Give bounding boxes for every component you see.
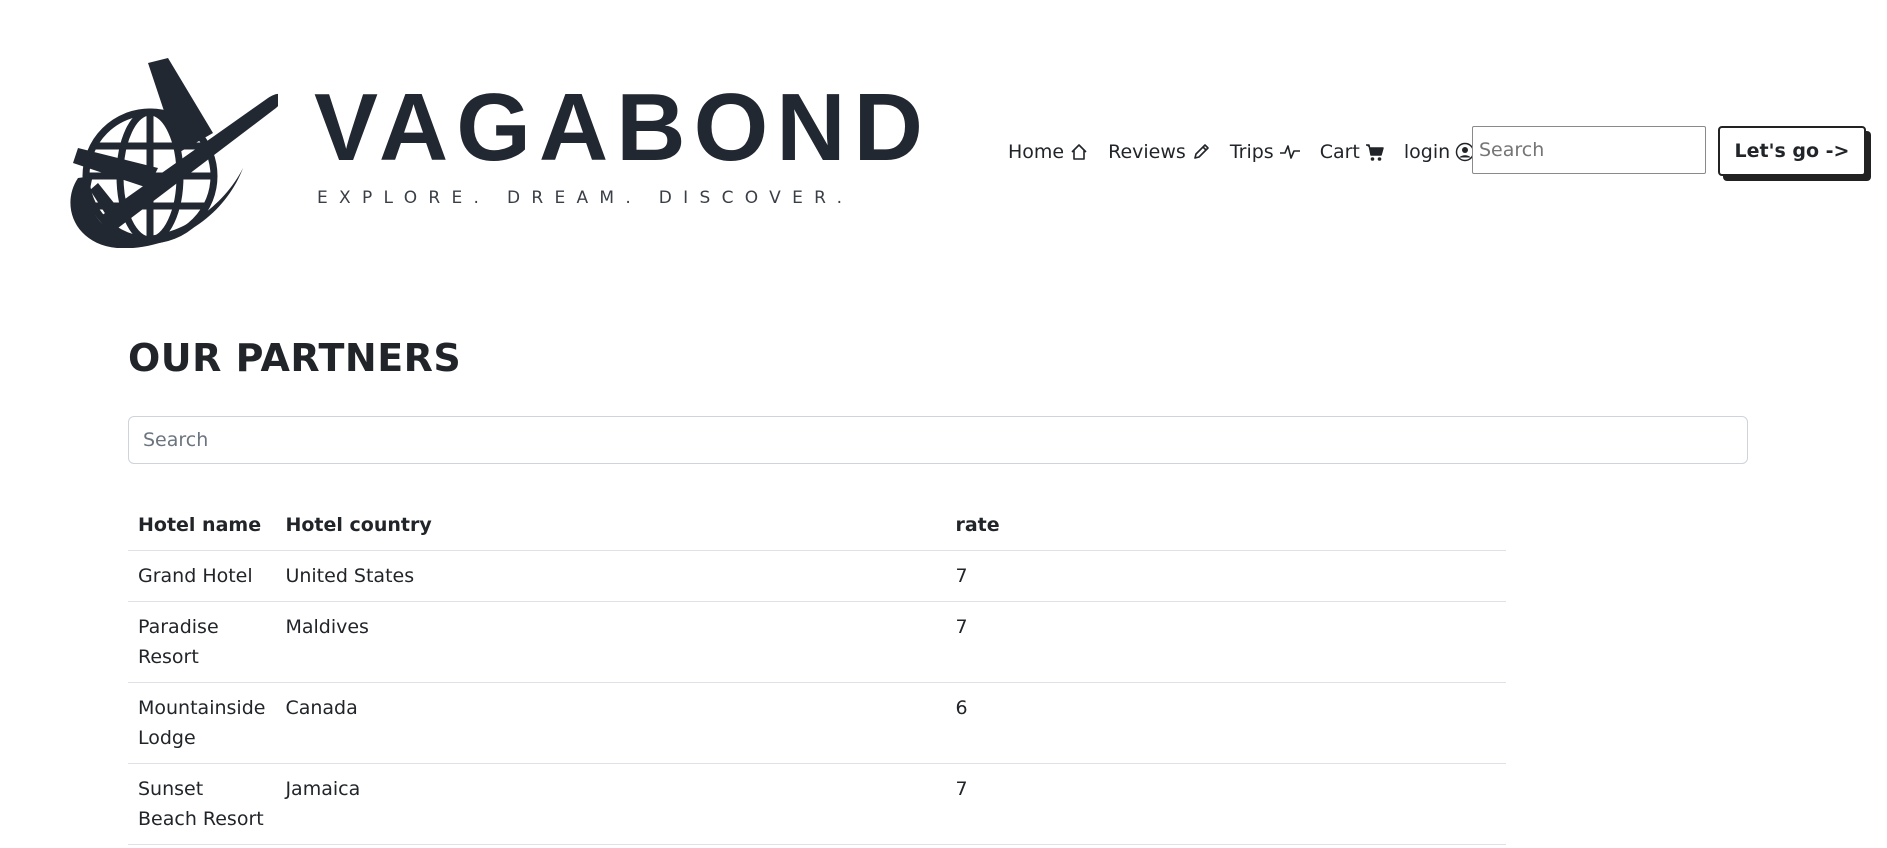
nav-cart[interactable]: Cart — [1320, 141, 1385, 163]
header-hotel-name[interactable]: Hotel name — [128, 500, 276, 551]
nav-trips[interactable]: Trips — [1230, 141, 1301, 163]
nav-cart-label: Cart — [1319, 141, 1360, 163]
page-title: OUR PARTNERS — [128, 336, 462, 380]
cell-rate: 6 — [945, 682, 1506, 764]
cell-rate: 7 — [945, 763, 1506, 845]
lets-go-button[interactable]: Let's go -> — [1718, 126, 1866, 176]
table-row[interactable]: Grand Hotel United States 7 — [128, 550, 1506, 602]
nav-reviews[interactable]: Reviews — [1108, 141, 1211, 163]
partners-table: Hotel name Hotel country rate Grand Hote… — [128, 500, 1506, 845]
table-row[interactable]: Mountainside Lodge Canada 6 — [128, 682, 1506, 764]
partners-search-input[interactable] — [128, 416, 1748, 464]
cell-rate: 7 — [945, 601, 1506, 683]
nav-reviews-label: Reviews — [1108, 141, 1186, 163]
pencil-icon — [1194, 144, 1209, 159]
brand-name: VAGABOND — [314, 74, 931, 181]
cart-icon — [1365, 144, 1384, 161]
nav-login-label: login — [1403, 141, 1451, 163]
plane-globe-icon — [70, 58, 278, 248]
cell-hotel-name: Mountainside Lodge — [128, 682, 276, 764]
nav-home[interactable]: Home — [1008, 141, 1089, 163]
nav-trips-label: Trips — [1229, 141, 1274, 163]
header-hotel-country[interactable]: Hotel country — [275, 500, 946, 551]
brand-logo[interactable]: VAGABOND EXPLORE. DREAM. DISCOVER. — [38, 58, 923, 258]
nav-search-input[interactable] — [1472, 126, 1706, 174]
house-icon — [1071, 144, 1087, 160]
header-rate[interactable]: rate — [945, 500, 1506, 551]
cell-hotel-country: Canada — [275, 682, 946, 764]
table-row[interactable]: Paradise Resort Maldives 7 — [128, 601, 1506, 683]
cell-hotel-name: Sunset Beach Resort — [128, 763, 276, 845]
cell-hotel-name: Grand Hotel — [128, 550, 276, 602]
cell-hotel-country: Maldives — [275, 601, 946, 683]
cell-hotel-name: Paradise Resort — [128, 601, 276, 683]
cell-hotel-country: United States — [275, 550, 946, 602]
activity-icon — [1279, 145, 1300, 159]
table-row[interactable]: Sunset Beach Resort Jamaica 7 — [128, 763, 1506, 845]
table-header-row: Hotel name Hotel country rate — [128, 500, 1506, 551]
partners-section: OUR PARTNERS Hotel name Hotel country ra… — [128, 336, 1748, 845]
site-header: VAGABOND EXPLORE. DREAM. DISCOVER. Home … — [0, 0, 1887, 250]
cell-hotel-country: Jamaica — [275, 763, 946, 845]
nav-home-label: Home — [1008, 141, 1065, 163]
main-nav: Home Reviews Trips Cart login — [1008, 124, 1475, 180]
brand-tagline: EXPLORE. DREAM. DISCOVER. — [317, 188, 854, 208]
cell-rate: 7 — [945, 550, 1506, 602]
nav-login[interactable]: login — [1404, 141, 1475, 163]
